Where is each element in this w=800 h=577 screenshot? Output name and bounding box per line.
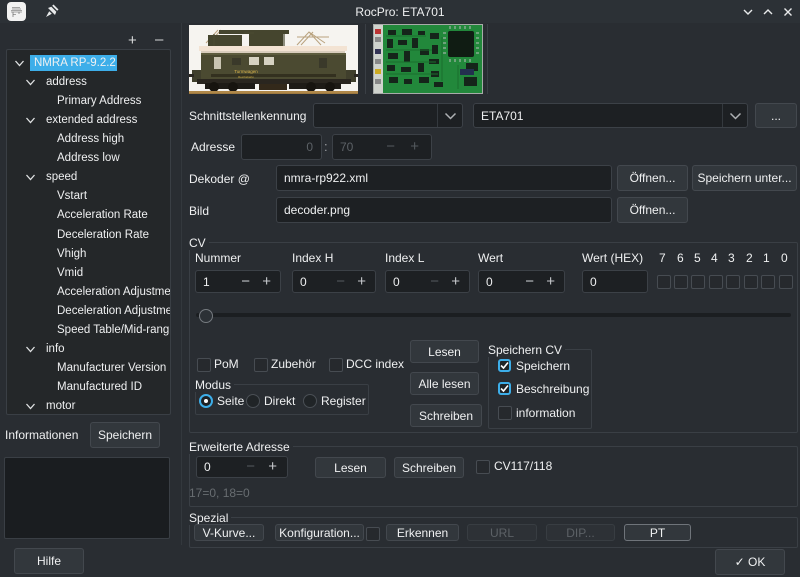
- svg-text:Reichsbahn: Reichsbahn: [238, 75, 254, 79]
- svg-text:Turmwagen: Turmwagen: [234, 69, 258, 74]
